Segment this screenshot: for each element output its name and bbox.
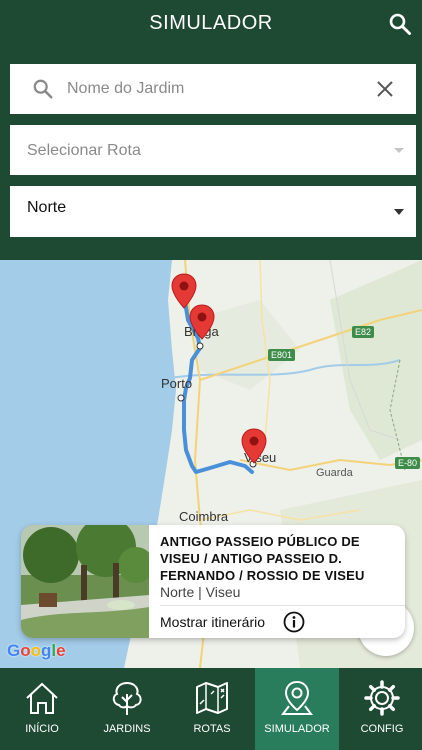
tab-simulador-label: SIMULADOR (264, 723, 330, 735)
route-select[interactable]: Selecionar Rota (10, 125, 416, 175)
search-icon (33, 79, 53, 99)
chevron-down-icon (394, 209, 404, 215)
tree-icon (112, 681, 142, 715)
home-icon (26, 682, 58, 714)
map-label-porto: Porto (161, 376, 193, 391)
tab-jardins[interactable]: JARDINS (85, 668, 169, 750)
garden-info-card[interactable]: ANTIGO PASSEIO PÚBLICO DE VISEU / ANTIGO… (21, 525, 405, 638)
map-pin-icon[interactable] (189, 304, 215, 340)
page-title: SIMULADOR (149, 12, 273, 34)
info-icon[interactable] (283, 611, 305, 633)
region-select-value: Norte (27, 199, 67, 216)
tab-jardins-label: JARDINS (103, 723, 151, 735)
garden-name: ANTIGO PASSEIO PÚBLICO DE VISEU / ANTIGO… (160, 534, 365, 583)
map-view[interactable]: E82 E801 E-80 Braga Porto Viseu Guarda C… (0, 260, 422, 668)
garden-photo (21, 525, 149, 638)
tab-config-label: CONFIG (360, 723, 404, 735)
search-icon[interactable] (388, 12, 412, 36)
tab-inicio-label: INÍCIO (25, 723, 59, 735)
garden-region: Norte | Viseu (160, 584, 241, 600)
chevron-down-icon (394, 148, 404, 153)
route-select-value: Selecionar Rota (27, 142, 141, 159)
garden-search-input[interactable] (67, 64, 367, 114)
tab-rotas-label: ROTAS (193, 723, 231, 735)
road-shield-e82: E82 (352, 326, 375, 338)
tab-rotas[interactable]: ROTAS (170, 668, 254, 750)
road-shield-e80: E-80 (395, 457, 421, 469)
show-itinerary-label: Mostrar itinerário (160, 614, 266, 630)
bottom-tab-bar: INÍCIO JARDINS ROTAS SIMULADOR CONFIG (0, 668, 422, 750)
map-icon (196, 682, 228, 714)
filter-panel: Selecionar Rota Norte (0, 50, 422, 260)
garden-search-box[interactable] (10, 64, 416, 114)
map-pin-icon (281, 680, 313, 715)
google-logo: Google (7, 641, 66, 660)
road-shield-e801: E801 (268, 349, 296, 361)
close-icon[interactable] (376, 80, 394, 98)
map-label-coimbra: Coimbra (179, 509, 229, 524)
tab-config[interactable]: CONFIG (340, 668, 422, 750)
tab-inicio[interactable]: INÍCIO (0, 668, 84, 750)
region-select[interactable]: Norte (10, 186, 416, 237)
map-pin-icon[interactable] (241, 428, 267, 464)
gear-icon (364, 680, 400, 716)
map-label-guarda: Guarda (316, 467, 353, 479)
app-header: SIMULADOR (0, 0, 422, 50)
tab-simulador[interactable]: SIMULADOR (255, 668, 339, 750)
show-itinerary-button[interactable]: Mostrar itinerário (160, 605, 405, 638)
